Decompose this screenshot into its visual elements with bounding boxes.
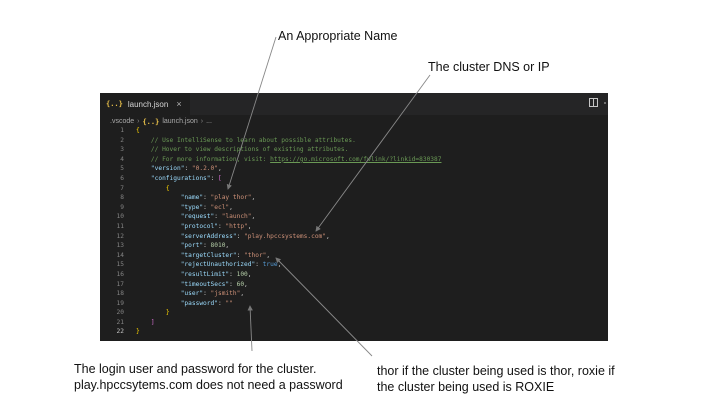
arrow-login [247,305,253,352]
arrow-name [226,36,277,190]
annotation-arrows [226,36,431,357]
arrow-target [275,257,373,357]
arrow-dns [315,74,431,232]
